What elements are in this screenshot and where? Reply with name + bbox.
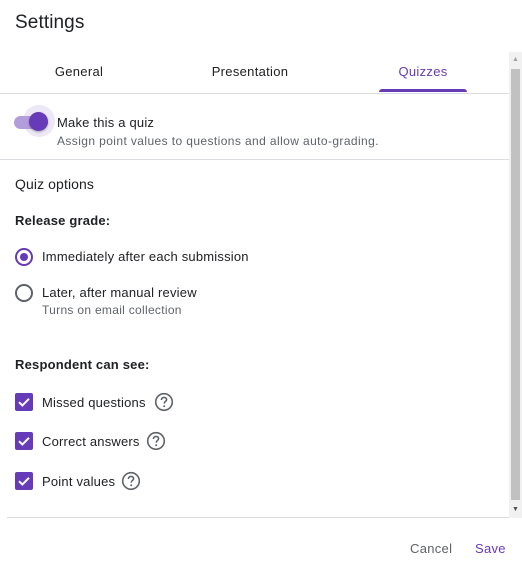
scroll-up-arrow-icon[interactable]: ▲	[509, 52, 522, 68]
vertical-scrollbar[interactable]: ▲ ▼	[509, 52, 522, 518]
checkbox-correct-answers[interactable]	[15, 432, 33, 450]
tab-presentation[interactable]: Presentation	[158, 52, 342, 93]
radio-immediately[interactable]	[15, 248, 33, 266]
point-values-label[interactable]: Point values	[42, 474, 115, 489]
save-button[interactable]: Save	[475, 538, 506, 560]
release-grade-label: Release grade:	[15, 213, 111, 228]
quiz-settings-panel: Make this a quiz Assign point values to …	[0, 94, 509, 518]
scroll-down-arrow-icon[interactable]: ▼	[509, 502, 522, 518]
respondent-can-see-label: Respondent can see:	[15, 357, 150, 372]
check-icon	[18, 398, 30, 407]
dialog-title: Settings	[15, 12, 85, 33]
quiz-options-heading: Quiz options	[15, 176, 95, 192]
scrollbar-thumb[interactable]	[511, 69, 520, 500]
radio-later-manual-review[interactable]	[15, 284, 33, 302]
make-quiz-description: Assign point values to questions and all…	[57, 134, 379, 148]
help-icon[interactable]	[146, 431, 166, 451]
tab-general[interactable]: General	[0, 52, 158, 93]
footer-divider	[7, 517, 509, 518]
correct-answers-label[interactable]: Correct answers	[42, 434, 140, 449]
help-icon[interactable]	[121, 471, 141, 491]
radio-immediately-label[interactable]: Immediately after each submission	[42, 249, 249, 264]
tab-quizzes[interactable]: Quizzes	[342, 52, 504, 93]
settings-tabs: General Presentation Quizzes	[0, 52, 509, 94]
radio-later-label[interactable]: Later, after manual review	[42, 285, 197, 300]
toggle-knob	[29, 112, 48, 131]
check-icon	[18, 477, 30, 486]
check-icon	[18, 437, 30, 446]
missed-questions-label[interactable]: Missed questions	[42, 395, 146, 410]
make-quiz-label: Make this a quiz	[57, 115, 155, 130]
help-icon[interactable]	[154, 392, 174, 412]
section-divider	[0, 159, 509, 160]
checkbox-point-values[interactable]	[15, 472, 33, 490]
settings-dialog: Settings General Presentation Quizzes Ma…	[0, 0, 522, 578]
active-tab-indicator	[379, 89, 467, 92]
radio-later-sublabel: Turns on email collection	[42, 303, 182, 317]
checkbox-missed-questions[interactable]	[15, 393, 33, 411]
cancel-button[interactable]: Cancel	[410, 538, 452, 560]
make-quiz-toggle[interactable]	[14, 105, 55, 137]
